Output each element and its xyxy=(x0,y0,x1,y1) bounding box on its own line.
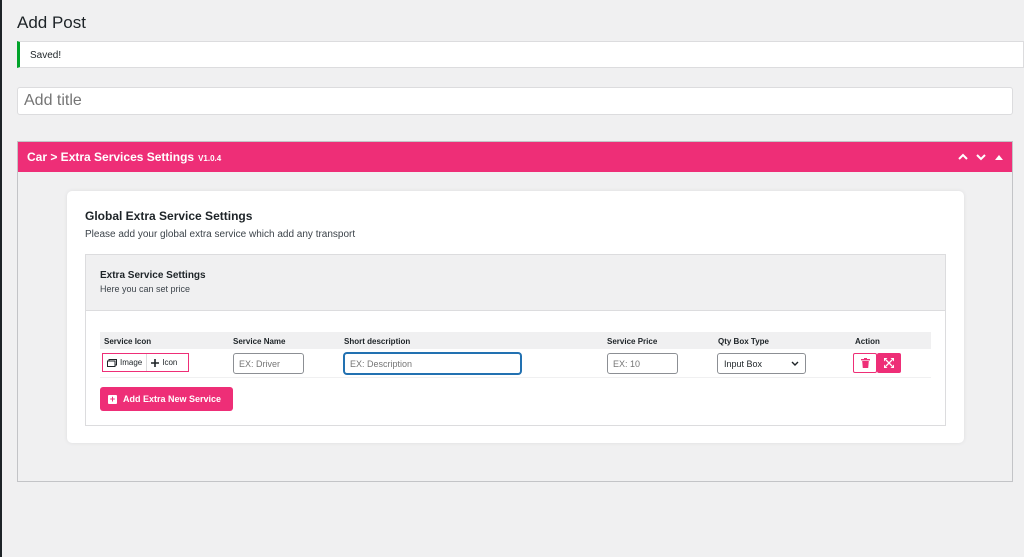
service-name-input[interactable] xyxy=(233,353,304,374)
services-table: Service Icon Service Name Short descript… xyxy=(100,332,931,378)
col-service-icon: Service Icon xyxy=(104,337,152,346)
card-title: Global Extra Service Settings xyxy=(85,209,253,223)
section-title: Extra Service Settings xyxy=(100,270,206,281)
qty-box-type-value: Input Box xyxy=(724,359,763,369)
metabox-header[interactable]: Car > Extra Services Settings V1.0.4 xyxy=(18,142,1012,172)
image-label: Image xyxy=(120,358,143,367)
admin-sidebar-edge xyxy=(0,0,2,557)
chevron-down-icon xyxy=(791,361,799,366)
image-icon xyxy=(107,358,117,367)
move-up-icon[interactable] xyxy=(956,150,970,164)
trash-icon xyxy=(860,358,870,368)
add-image-button[interactable]: Image xyxy=(103,354,146,371)
col-service-price: Service Price xyxy=(607,337,658,346)
card-subtitle: Please add your global extra service whi… xyxy=(85,229,356,240)
move-down-icon[interactable] xyxy=(974,150,988,164)
move-arrows-icon xyxy=(884,358,894,368)
table-header: Service Icon Service Name Short descript… xyxy=(100,332,931,349)
col-short-description: Short description xyxy=(344,337,411,346)
collapse-toggle-icon[interactable] xyxy=(992,150,1006,164)
metabox-controls xyxy=(956,142,1006,172)
section-subtitle: Here you can set price xyxy=(100,284,191,294)
metabox-version: V1.0.4 xyxy=(198,154,222,163)
plus-square-icon: + xyxy=(108,393,117,404)
add-icon-button[interactable]: Icon xyxy=(146,354,181,371)
add-extra-service-button[interactable]: + Add Extra New Service xyxy=(100,387,233,411)
service-icon-picker: Image Icon xyxy=(102,353,189,372)
short-description-input[interactable] xyxy=(344,353,521,374)
section-header: Extra Service Settings Here you can set … xyxy=(86,255,945,311)
extra-services-metabox: Car > Extra Services Settings V1.0.4 Glo… xyxy=(17,141,1013,482)
move-service-button[interactable] xyxy=(877,353,901,373)
extra-service-section: Extra Service Settings Here you can set … xyxy=(85,254,946,426)
col-qty-box-type: Qty Box Type xyxy=(718,337,769,346)
metabox-title: Car > Extra Services Settings xyxy=(27,150,195,164)
icon-label: Icon xyxy=(162,358,178,367)
col-service-name: Service Name xyxy=(233,337,286,346)
qty-box-type-select[interactable]: Input Box xyxy=(717,353,806,374)
saved-notice: Saved! xyxy=(17,41,1024,68)
global-settings-card: Global Extra Service Settings Please add… xyxy=(67,191,964,443)
service-price-input[interactable] xyxy=(607,353,678,374)
add-button-label: Add Extra New Service xyxy=(123,394,222,404)
post-title-input[interactable] xyxy=(17,87,1013,115)
col-action: Action xyxy=(855,337,880,346)
plus-icon xyxy=(151,358,160,367)
page-title: Add Post xyxy=(17,13,86,32)
notice-text: Saved! xyxy=(30,50,62,61)
delete-service-button[interactable] xyxy=(853,353,877,373)
table-row: Image Icon Input Box xyxy=(100,349,931,378)
